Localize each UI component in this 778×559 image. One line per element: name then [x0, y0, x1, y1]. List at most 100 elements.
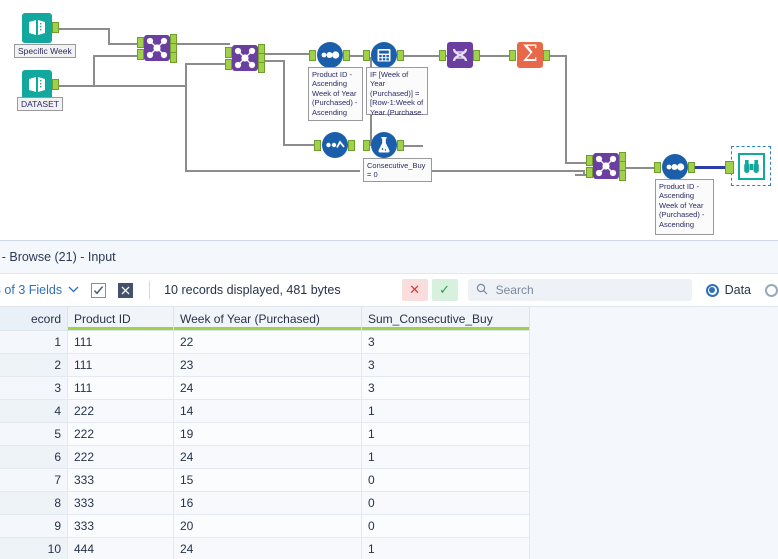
input-anchor[interactable]	[309, 50, 316, 61]
output-anchor[interactable]	[348, 140, 355, 151]
cell-record[interactable]: 7	[0, 469, 68, 492]
search-input[interactable]	[494, 282, 678, 298]
column-header-sum-consecutive-buy[interactable]: Sum_Consecutive_Buy	[362, 307, 530, 331]
cell-value[interactable]: 222	[68, 446, 174, 469]
output-anchor-r[interactable]	[170, 52, 177, 63]
tool-join-2[interactable]	[232, 45, 258, 71]
radio-data[interactable]	[706, 284, 719, 297]
cell-value[interactable]: 3	[362, 331, 530, 354]
tool-join-1[interactable]	[144, 35, 170, 61]
cell-value[interactable]: 1	[362, 423, 530, 446]
tool-input-dataset[interactable]	[22, 70, 52, 100]
output-anchor[interactable]	[397, 140, 404, 151]
tool-input-specific-week[interactable]	[22, 13, 52, 43]
input-anchor[interactable]	[363, 50, 370, 61]
table-row[interactable]: 9333200	[0, 515, 530, 538]
input-anchor[interactable]	[654, 162, 661, 173]
cell-record[interactable]: 3	[0, 377, 68, 400]
cell-value[interactable]: 111	[68, 354, 174, 377]
cell-value[interactable]: 23	[174, 354, 362, 377]
table-row[interactable]: 2111233	[0, 354, 530, 377]
input-anchor-right[interactable]	[586, 167, 593, 178]
confirm-button[interactable]: ✓	[432, 279, 458, 301]
input-anchor-right[interactable]	[137, 49, 144, 60]
cell-record[interactable]: 5	[0, 423, 68, 446]
search-box[interactable]	[468, 279, 692, 301]
select-all-fields-button[interactable]	[91, 283, 106, 298]
column-header-week-of-year[interactable]: Week of Year (Purchased)	[174, 307, 362, 331]
input-anchor-left[interactable]	[225, 47, 232, 58]
cell-record[interactable]: 2	[0, 354, 68, 377]
cell-value[interactable]: 20	[174, 515, 362, 538]
input-anchor[interactable]	[725, 161, 734, 174]
table-row[interactable]: 4222141	[0, 400, 530, 423]
output-anchor-r[interactable]	[258, 62, 265, 73]
output-anchor[interactable]	[397, 50, 404, 61]
table-row[interactable]: 3111243	[0, 377, 530, 400]
cell-value[interactable]: 15	[174, 469, 362, 492]
input-anchor[interactable]	[363, 140, 370, 151]
cell-value[interactable]: 333	[68, 515, 174, 538]
cell-value[interactable]: 1	[362, 446, 530, 469]
cell-record[interactable]: 4	[0, 400, 68, 423]
cell-value[interactable]: 16	[174, 492, 362, 515]
input-anchor[interactable]	[509, 50, 516, 61]
output-anchor[interactable]	[473, 50, 480, 61]
cell-value[interactable]: 0	[362, 492, 530, 515]
results-grid[interactable]: ecord Product ID Week of Year (Purchased…	[0, 307, 778, 559]
radio-metadata[interactable]	[765, 284, 778, 297]
cell-record[interactable]: 8	[0, 492, 68, 515]
tool-sort-1[interactable]	[317, 42, 343, 68]
table-row[interactable]: 7333150	[0, 469, 530, 492]
cell-value[interactable]: 1	[362, 400, 530, 423]
cell-value[interactable]: 3	[362, 354, 530, 377]
table-row[interactable]: 5222191	[0, 423, 530, 446]
output-anchor[interactable]	[688, 162, 695, 173]
output-anchor[interactable]	[52, 79, 59, 90]
cell-value[interactable]: 222	[68, 423, 174, 446]
output-anchor[interactable]	[343, 50, 350, 61]
cell-value[interactable]: 3	[362, 377, 530, 400]
output-anchor[interactable]	[52, 22, 59, 33]
cell-value[interactable]: 0	[362, 515, 530, 538]
column-header-product-id[interactable]: Product ID	[68, 307, 174, 331]
cell-value[interactable]: 111	[68, 377, 174, 400]
table-row[interactable]: 6222241	[0, 446, 530, 469]
tool-join-3[interactable]	[593, 153, 619, 179]
tool-select-1[interactable]	[322, 132, 348, 158]
cell-value[interactable]: 333	[68, 469, 174, 492]
output-anchor[interactable]	[543, 50, 550, 61]
clear-all-fields-button[interactable]	[118, 283, 133, 298]
fields-selector[interactable]: 3 of 3 Fields	[0, 283, 79, 297]
input-anchor-right[interactable]	[225, 59, 232, 70]
input-anchor-left[interactable]	[586, 155, 593, 166]
tool-multi-row-formula-1[interactable]	[371, 42, 397, 68]
tool-browse-1[interactable]	[731, 146, 771, 186]
cell-record[interactable]: 6	[0, 446, 68, 469]
cancel-button[interactable]: ✕	[402, 279, 428, 301]
cell-value[interactable]: 22	[174, 331, 362, 354]
cell-record[interactable]: 9	[0, 515, 68, 538]
output-anchor-r[interactable]	[619, 170, 626, 181]
workflow-canvas[interactable]: Specific Week DATASET	[0, 0, 778, 240]
tool-formula-1[interactable]	[371, 132, 397, 158]
browse-selection-frame[interactable]	[731, 146, 771, 186]
cell-value[interactable]: 333	[68, 492, 174, 515]
table-row[interactable]: 8333160	[0, 492, 530, 515]
cell-value[interactable]: 111	[68, 331, 174, 354]
input-anchor-left[interactable]	[137, 37, 144, 48]
cell-value[interactable]: 19	[174, 423, 362, 446]
column-header-record[interactable]: ecord	[0, 307, 68, 331]
cell-value[interactable]: 0	[362, 469, 530, 492]
input-anchor[interactable]	[439, 50, 446, 61]
tool-multi-row-formula-2[interactable]	[447, 42, 473, 68]
cell-value[interactable]: 222	[68, 400, 174, 423]
cell-value[interactable]: 24	[174, 446, 362, 469]
cell-record[interactable]: 1	[0, 331, 68, 354]
cell-value[interactable]: 24	[174, 377, 362, 400]
table-row[interactable]: 1111223	[0, 331, 530, 354]
input-anchor[interactable]	[314, 140, 321, 151]
tool-summarize-1[interactable]: Σ	[517, 42, 543, 68]
tool-sort-2[interactable]	[662, 154, 688, 180]
cell-value[interactable]: 14	[174, 400, 362, 423]
